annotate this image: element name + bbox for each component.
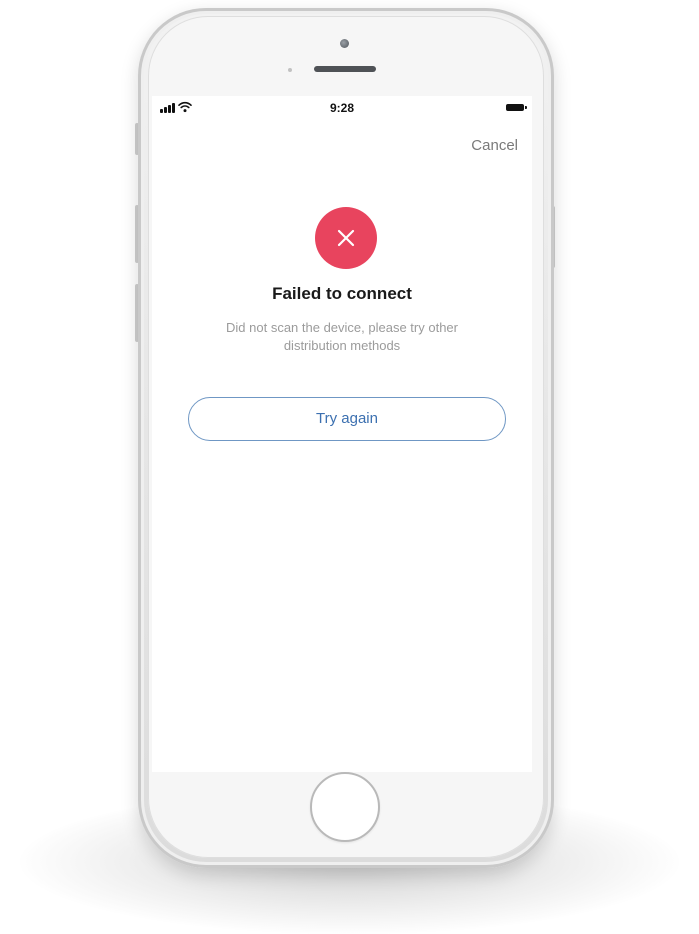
front-camera (340, 39, 349, 48)
result-message: Did not scan the device, please try othe… (226, 320, 458, 353)
error-x-icon (315, 207, 377, 269)
cancel-button[interactable]: Cancel (471, 137, 518, 154)
proximity-sensor (288, 68, 292, 72)
status-time: 9:28 (329, 101, 355, 115)
status-bar: 9:28 (152, 96, 532, 118)
try-again-button[interactable]: Try again (188, 397, 506, 441)
battery-icon (506, 104, 527, 111)
result-title: Failed to connect (272, 284, 412, 303)
earpiece-speaker (314, 66, 376, 72)
phone-screen: 9:28 Cancel Failed to connect Did not sc… (152, 96, 532, 772)
home-button[interactable] (310, 772, 380, 842)
device-mockup: 9:28 Cancel Failed to connect Did not sc… (0, 0, 699, 934)
